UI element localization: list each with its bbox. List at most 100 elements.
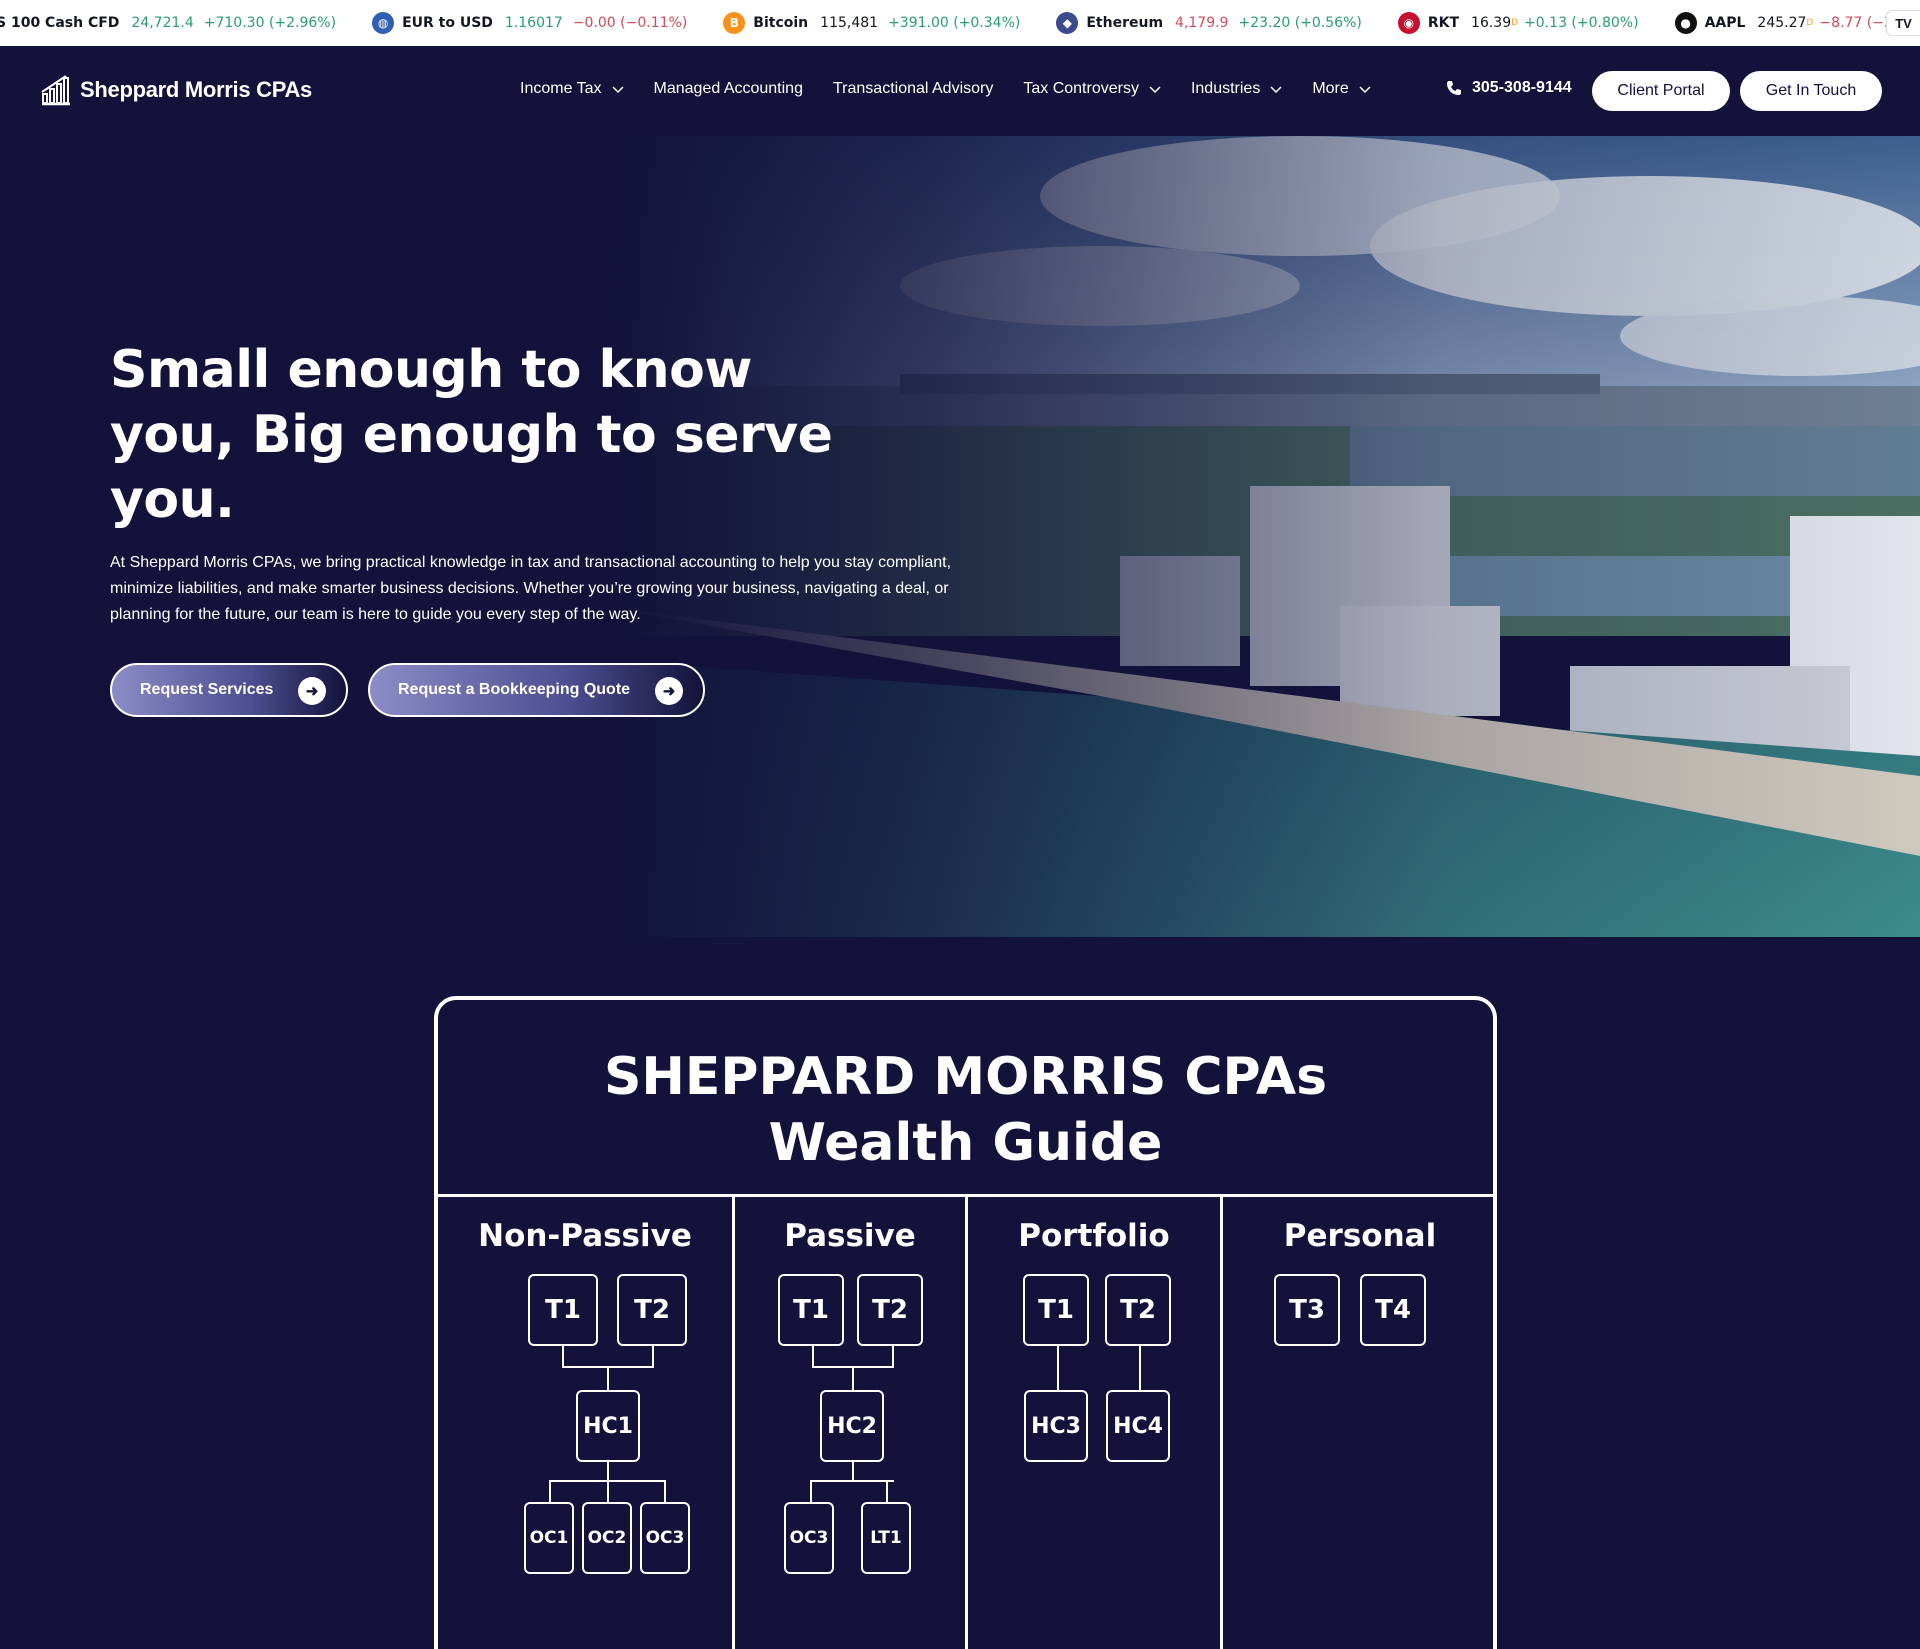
connector	[892, 1344, 894, 1368]
nav-item-managed-accounting[interactable]: Managed Accounting	[654, 80, 803, 98]
client-portal-button[interactable]: Client Portal	[1592, 71, 1730, 111]
connector	[852, 1366, 854, 1390]
node-t1: T1	[1023, 1274, 1089, 1346]
tradingview-logo[interactable]: TV	[1886, 10, 1920, 36]
connector	[607, 1480, 609, 1502]
ticker-change: −0.00 (−0.11%)	[572, 15, 688, 31]
node-t2: T2	[1105, 1274, 1171, 1346]
phone-link[interactable]: 305-308-9144	[1446, 79, 1572, 97]
ticker-name: Ethereum	[1086, 15, 1164, 31]
node-t1: T1	[528, 1274, 598, 1346]
bitcoin-icon: B	[723, 12, 746, 34]
hero-description: At Sheppard Morris CPAs, we bring practi…	[110, 554, 952, 623]
node-hc1: HC1	[576, 1390, 640, 1462]
connector	[652, 1344, 654, 1368]
wealth-guide-title: SHEPPARD MORRIS CPAs Wealth Guide	[603, 1047, 1328, 1173]
column-title-non-passive: Non-Passive	[478, 1218, 692, 1254]
nav-item-label: Industries	[1190, 80, 1261, 97]
wealth-guide-diagram: SHEPPARD MORRIS CPAs Wealth Guide Non-Pa…	[434, 996, 1497, 1649]
ticker-name: EUR to USD	[402, 15, 493, 31]
ticker-change: +23.20 (+0.56%)	[1238, 15, 1362, 31]
nav-item-label: Tax Controversy	[1023, 80, 1139, 97]
phone-icon	[1447, 81, 1461, 95]
column-title-personal: Personal	[1283, 1218, 1437, 1254]
main-navbar: Sheppard Morris CPAs Income Tax Managed …	[0, 46, 1920, 136]
ticker-name: RKT	[1427, 15, 1460, 31]
node-lt1: LT1	[861, 1502, 911, 1574]
node-hc3: HC3	[1024, 1390, 1088, 1462]
delayed-badge: D	[1511, 18, 1519, 28]
connector	[810, 1480, 812, 1502]
connector	[1057, 1344, 1059, 1390]
brand-name: Sheppard Morris CPAs	[80, 77, 312, 102]
ticker-price: 245.27	[1757, 15, 1807, 31]
nav-menu: Income Tax Managed Accounting Transactio…	[520, 80, 1401, 98]
nav-item-label: Income Tax	[520, 80, 602, 97]
ethereum-icon: ◆	[1056, 12, 1079, 34]
ticker-name: S 100 Cash CFD	[0, 15, 120, 31]
column-title-passive: Passive	[784, 1218, 916, 1254]
apple-icon: ●	[1674, 12, 1697, 34]
nav-item-label: Managed Accounting	[653, 80, 803, 97]
connector	[664, 1480, 666, 1502]
get-in-touch-button[interactable]: Get In Touch	[1740, 71, 1882, 111]
ticker-change: +391.00 (+0.34%)	[888, 15, 1021, 31]
button-label: Request a Bookkeeping Quote	[398, 681, 631, 698]
node-oc3: OC3	[640, 1502, 690, 1574]
brand-logo[interactable]: Sheppard Morris CPAs	[40, 74, 312, 106]
ticker-price: 115,481	[820, 15, 879, 31]
chevron-down-icon	[1270, 86, 1282, 94]
delayed-badge: D	[1806, 18, 1814, 28]
button-label: Request Services	[140, 681, 274, 698]
phone-number: 305-308-9144	[1472, 79, 1572, 96]
node-oc3: OC3	[784, 1502, 834, 1574]
ticker-item-nasdaq[interactable]: S 100 Cash CFD 24,721.4 +710.30 (+2.96%)	[0, 15, 336, 31]
node-hc4: HC4	[1106, 1390, 1170, 1462]
chevron-down-icon	[1359, 86, 1371, 94]
nav-item-income-tax[interactable]: Income Tax	[520, 80, 624, 98]
connector	[852, 1460, 854, 1480]
ticker-name: AAPL	[1704, 15, 1746, 31]
ticker-price: 16.39	[1471, 15, 1512, 31]
divider	[732, 1197, 735, 1649]
chevron-down-icon	[612, 86, 624, 94]
request-services-button[interactable]: Request Services ➜	[110, 663, 348, 717]
nav-item-transactional-advisory[interactable]: Transactional Advisory	[833, 80, 993, 98]
connector	[812, 1344, 814, 1368]
ticker-change: +0.13 (+0.80%)	[1524, 15, 1639, 31]
rkt-icon: ◉	[1397, 12, 1420, 34]
node-oc1: OC1	[524, 1502, 574, 1574]
chevron-down-icon	[1149, 86, 1161, 94]
ticker-price: 4,179.9	[1175, 15, 1229, 31]
ticker-item-ethereum[interactable]: ◆ Ethereum 4,179.9 +23.20 (+0.56%)	[1056, 12, 1362, 34]
ticker-item-eurusd[interactable]: ◍ EUR to USD 1.16017 −0.00 (−0.11%)	[372, 12, 687, 34]
connector	[1139, 1344, 1141, 1390]
nav-item-label: Transactional Advisory	[832, 80, 994, 97]
nav-item-tax-controversy[interactable]: Tax Controversy	[1023, 80, 1161, 98]
hero-section: Small enough to know you, Big enough to …	[0, 136, 1920, 937]
divider	[965, 1197, 968, 1649]
globe-icon: ◍	[372, 12, 395, 34]
divider	[1220, 1197, 1223, 1649]
column-title-portfolio: Portfolio	[1018, 1218, 1170, 1254]
nav-item-industries[interactable]: Industries	[1191, 80, 1282, 98]
ticker-price: 24,721.4	[131, 15, 194, 31]
ticker-item-bitcoin[interactable]: B Bitcoin 115,481 +391.00 (+0.34%)	[723, 12, 1020, 34]
connector	[810, 1480, 894, 1482]
connector	[562, 1344, 564, 1368]
node-t3: T3	[1274, 1274, 1340, 1346]
ticker-item-rkt[interactable]: ◉ RKT 16.39 D +0.13 (+0.80%)	[1397, 12, 1639, 34]
hero-title: Small enough to know you, Big enough to …	[110, 340, 833, 530]
request-bookkeeping-quote-button[interactable]: Request a Bookkeeping Quote ➜	[368, 663, 705, 717]
ticker-change: +710.30 (+2.96%)	[203, 15, 337, 31]
ticker-name: Bitcoin	[753, 15, 809, 31]
ticker-price: 1.16017	[504, 15, 563, 31]
ticker-tape: S 100 Cash CFD 24,721.4 +710.30 (+2.96%)…	[0, 0, 1920, 46]
arrow-right-icon: ➜	[655, 677, 683, 705]
node-t2: T2	[857, 1274, 923, 1346]
ticker-item-aapl[interactable]: ● AAPL 245.27 D −8.77 (−3.45%)	[1674, 12, 1920, 34]
nav-item-more[interactable]: More	[1312, 80, 1371, 98]
nav-item-label: More	[1312, 80, 1349, 97]
node-t2: T2	[617, 1274, 687, 1346]
connector	[549, 1480, 551, 1502]
